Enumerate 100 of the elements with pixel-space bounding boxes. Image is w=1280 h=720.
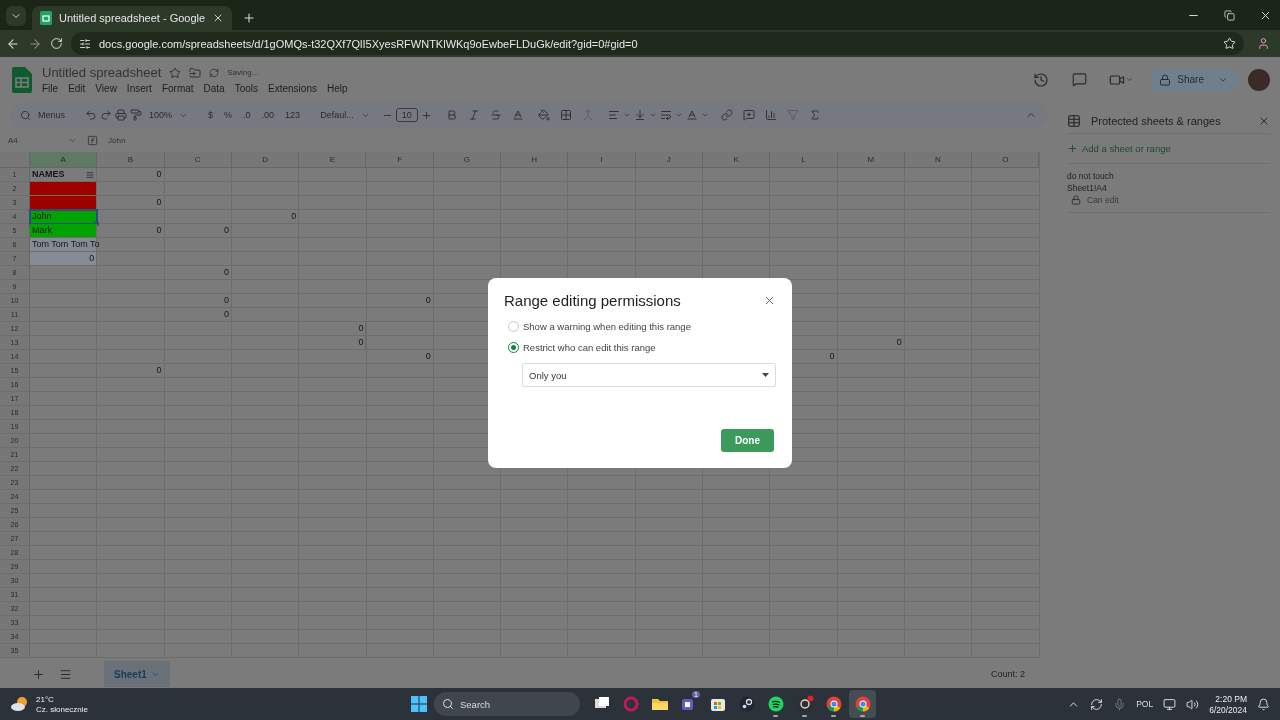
language-indicator[interactable]: POL [1136,699,1154,709]
increase-size-icon[interactable] [420,109,432,121]
menu-item[interactable]: Help [326,83,348,94]
sheets-logo[interactable] [12,66,32,93]
start-icon[interactable] [410,695,428,713]
address-bar[interactable]: docs.google.com/spreadsheets/d/1gOMQs-t32QXf7QlI5XyesRFWNTKlWKq9oEwbeFLDuGk/edit?gid=0#gid=0 [71,32,1244,55]
back-icon[interactable] [6,36,20,51]
increase-decimals[interactable]: .00 [257,110,279,120]
column-header[interactable]: D [231,152,300,168]
percent-format[interactable]: % [220,110,237,120]
menu-item[interactable]: Data [203,83,225,94]
taskbar-search[interactable]: Search [434,692,580,716]
chart-icon[interactable] [764,109,777,121]
menu-item[interactable]: Extensions [268,83,317,94]
profile-icon[interactable] [1256,37,1270,50]
paint-format-icon[interactable] [130,109,142,121]
document-title[interactable]: Untitled spreadsheet [42,65,162,80]
column-header[interactable]: G [433,152,502,168]
filter-icon[interactable] [86,170,95,179]
microphone-icon[interactable] [1113,697,1127,711]
font-select[interactable]: Defaul... [316,110,358,120]
decrease-decimals[interactable]: .0 [239,110,255,120]
menu-item[interactable]: Edit [68,83,86,94]
steam-icon[interactable] [737,695,756,713]
zoom-select[interactable]: 100% [145,110,177,120]
wrap-icon[interactable] [659,109,672,121]
done-button[interactable]: Done [721,429,774,452]
volume-icon[interactable] [1186,697,1200,711]
caret-icon[interactable] [1124,75,1134,84]
column-header[interactable]: K [702,152,771,168]
menu-item[interactable]: File [42,83,59,94]
column-header[interactable]: F [366,152,434,168]
bold-icon[interactable] [445,109,458,121]
forward-icon[interactable] [28,36,42,51]
borders-icon[interactable] [559,109,572,121]
formula-field[interactable]: John [108,135,126,145]
align-icon[interactable] [607,109,620,121]
column-header[interactable]: I [568,152,636,168]
close-icon[interactable] [763,294,776,307]
undo-icon[interactable] [85,109,97,121]
restore-icon[interactable] [1223,9,1235,21]
column-header[interactable]: C [164,152,232,168]
strikethrough-icon[interactable] [489,109,502,121]
column-header[interactable]: H [501,152,569,168]
browser-tab[interactable]: Untitled spreadsheet - Google [32,6,232,30]
bookmark-star-icon[interactable] [1223,37,1236,50]
vertical-align-icon[interactable] [633,109,646,121]
clock-time[interactable]: 2:20 PM [1215,693,1247,704]
caret-icon[interactable] [622,111,631,119]
redo-icon[interactable] [100,109,112,121]
add-comment-icon[interactable] [742,109,755,121]
caret-icon[interactable] [674,111,683,119]
obs-icon[interactable] [795,695,814,713]
name-box[interactable]: A4 [8,135,58,145]
caret-icon[interactable] [700,111,709,119]
fill-color-icon[interactable] [537,109,550,121]
spotify-icon[interactable] [766,695,785,713]
add-sheet-icon[interactable] [32,667,45,681]
number-format[interactable]: 123 [281,110,305,120]
move-folder-icon[interactable] [189,66,202,79]
rotate-text-icon[interactable] [685,109,698,121]
menu-item[interactable]: Insert [126,83,152,94]
new-tab-icon[interactable] [242,11,256,25]
column-header[interactable]: N [904,152,973,168]
share-button[interactable]: Share [1149,67,1238,92]
column-header[interactable]: M [837,152,905,168]
reload-icon[interactable] [50,37,63,50]
weather-icon[interactable] [10,695,30,713]
column-header[interactable]: A [30,152,98,168]
ring-icon[interactable] [621,695,640,713]
sync-icon[interactable] [1090,697,1104,711]
history-icon[interactable] [1033,71,1050,88]
comments-icon[interactable] [1071,72,1087,87]
font-size-field[interactable]: 10 [395,108,418,122]
currency-format[interactable]: $ [204,110,218,120]
column-header[interactable]: O [972,152,1040,168]
star-icon[interactable] [169,66,182,79]
close-icon[interactable] [212,12,224,24]
column-header[interactable]: J [635,152,703,168]
italic-icon[interactable] [467,109,480,121]
site-info-icon[interactable] [79,37,91,50]
print-icon[interactable] [115,109,127,121]
chrome-icon[interactable] [853,695,872,713]
clock-date[interactable]: 6/20/2024 [1209,704,1247,715]
add-range-link[interactable]: Add a sheet or range [1067,134,1270,164]
menu-item[interactable]: View [95,83,117,94]
functions-icon[interactable] [808,109,821,121]
menu-item[interactable]: Tools [234,83,259,94]
editors-dropdown[interactable]: Only you [522,363,776,387]
menus-search[interactable]: Menus [34,110,69,120]
text-color-icon[interactable] [511,109,524,121]
notifications-icon[interactable] [1257,697,1270,711]
all-sheets-icon[interactable] [59,667,72,681]
search-icon[interactable] [20,109,31,121]
caret-icon[interactable] [648,111,657,119]
avatar[interactable] [1248,68,1270,91]
menu-item[interactable]: Format [161,83,194,94]
chrome-icon[interactable] [824,695,843,713]
sheet-tab[interactable]: Sheet1 [104,661,170,687]
link-icon[interactable] [720,109,733,121]
